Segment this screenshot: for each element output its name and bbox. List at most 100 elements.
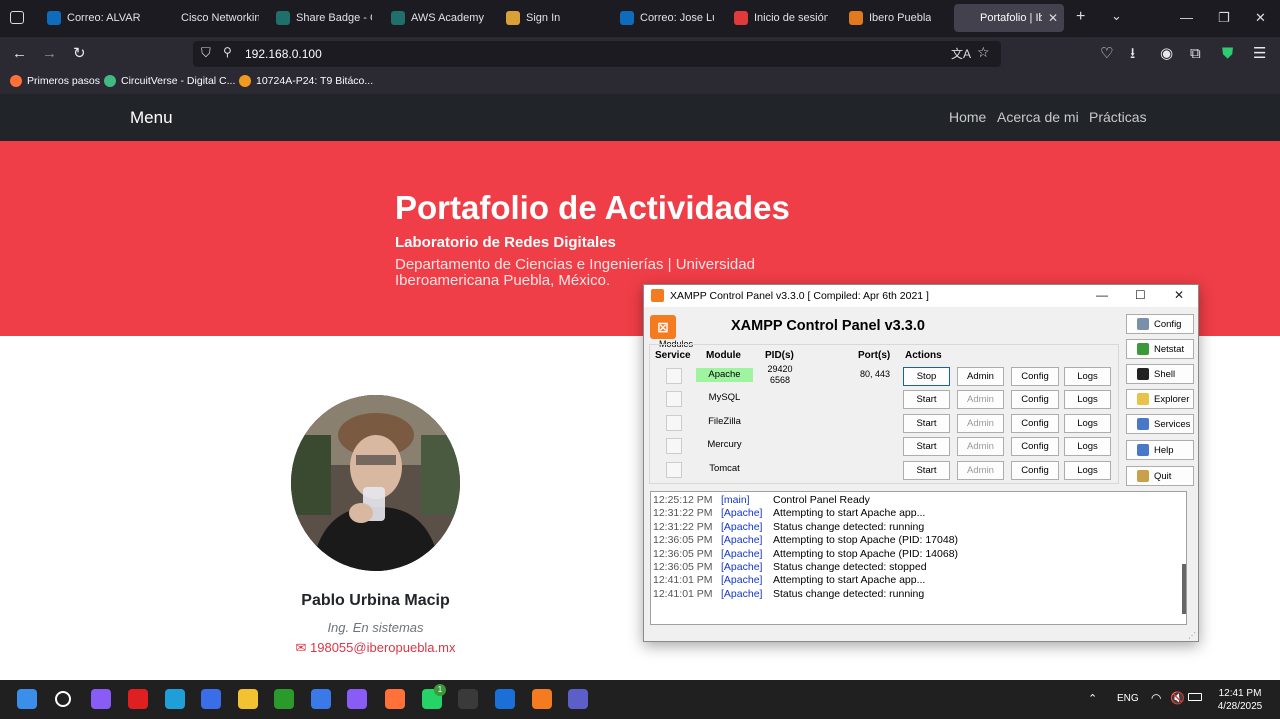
tray-chevron-icon[interactable]: ⌃ [1088, 692, 1097, 705]
quit-side-button[interactable]: Quit [1126, 466, 1194, 486]
wifi-icon[interactable]: ◠ [1151, 691, 1161, 705]
module-config-button[interactable]: Config [1011, 390, 1059, 409]
reload-icon[interactable]: ↻ [73, 45, 86, 63]
xampp-maximize-button[interactable]: ☐ [1135, 288, 1146, 302]
netstat-side-button[interactable]: Netstat [1126, 339, 1194, 359]
tab-overflow-chevron-icon[interactable]: ⌄ [1111, 8, 1122, 24]
account-icon[interactable]: ◉ [1160, 45, 1173, 63]
firefox-icon[interactable] [385, 689, 405, 709]
browser-tab[interactable]: Inicio de sesión er [728, 4, 834, 32]
service-checkbox[interactable] [666, 391, 682, 407]
extensions-icon[interactable]: ⧉ [1190, 45, 1201, 63]
service-checkbox[interactable] [666, 438, 682, 454]
module-logs-button[interactable]: Logs [1064, 461, 1111, 480]
volume-muted-icon[interactable]: 🔇 [1170, 691, 1185, 705]
module-start-button[interactable]: Start [903, 461, 950, 480]
module-config-button[interactable]: Config [1011, 437, 1059, 456]
browser-tab[interactable]: Cisco Networking [155, 4, 265, 32]
back-arrow-icon[interactable]: ← [12, 45, 27, 63]
pocket-icon[interactable]: ♡ [1100, 45, 1113, 63]
close-window-button[interactable]: ✕ [1255, 10, 1266, 26]
module-start-button[interactable]: Start [903, 437, 950, 456]
nav-home-link[interactable]: Home [949, 109, 986, 125]
arc-icon[interactable] [311, 689, 331, 709]
module-config-button[interactable]: Config [1011, 367, 1059, 386]
person-email-link[interactable]: ✉ 198055@iberopuebla.mx [240, 640, 511, 656]
language-indicator[interactable]: ENG [1117, 693, 1139, 704]
log-scrollbar[interactable] [1182, 564, 1186, 614]
search-icon[interactable] [55, 691, 71, 707]
downloads-icon[interactable]: ⭳ [1130, 45, 1135, 63]
url-text[interactable]: 192.168.0.100 [245, 47, 322, 61]
shield-icon[interactable]: ⛉ [201, 45, 211, 61]
bookmark-item[interactable]: Primeros pasos [10, 75, 100, 87]
file-explorer-icon[interactable] [238, 689, 258, 709]
xbox-icon[interactable] [274, 689, 294, 709]
teams-icon[interactable] [568, 689, 588, 709]
browser-tab[interactable]: Correo: Jose Luis [614, 4, 720, 32]
start-icon[interactable] [17, 689, 37, 709]
battery-icon[interactable] [1188, 693, 1202, 701]
service-checkbox[interactable] [666, 415, 682, 431]
tab-favicon-icon [161, 11, 175, 25]
module-start-button[interactable]: Start [903, 390, 950, 409]
browser-tab[interactable]: Share Badge - Cre [270, 4, 378, 32]
nav-about-link[interactable]: Acerca de mi [997, 109, 1079, 125]
shell-side-button[interactable]: Shell [1126, 364, 1194, 384]
module-start-button[interactable]: Start [903, 414, 950, 433]
whatsapp-icon[interactable]: 1 [422, 684, 446, 709]
bookmark-star-icon[interactable]: ☆ [977, 44, 990, 61]
service-checkbox[interactable] [666, 368, 682, 384]
module-logs-button[interactable]: Logs [1064, 437, 1111, 456]
module-name: Tomcat [709, 463, 740, 474]
forward-arrow-icon[interactable]: → [42, 45, 57, 63]
new-tab-button[interactable]: + [1076, 8, 1085, 26]
config-side-button[interactable]: Config [1126, 314, 1194, 334]
module-logs-button[interactable]: Logs [1064, 367, 1111, 386]
module-config-button[interactable]: Config [1011, 414, 1059, 433]
defender-icon[interactable] [495, 689, 515, 709]
email-text[interactable]: 198055@iberopuebla.mx [310, 640, 455, 655]
edge-icon[interactable] [165, 689, 185, 709]
module-logs-button[interactable]: Logs [1064, 414, 1111, 433]
browser-tab[interactable]: Sign In [500, 4, 605, 32]
xampp-minimize-button[interactable]: — [1096, 288, 1108, 302]
nav-practices-link[interactable]: Prácticas [1089, 109, 1147, 125]
youtube-icon[interactable] [128, 689, 148, 709]
copilot-icon[interactable] [91, 689, 111, 709]
terminal-icon[interactable] [458, 689, 478, 709]
module-stop-button[interactable]: Stop [903, 367, 950, 386]
browser-tab[interactable]: Portafolio | Ibero P ✕ [954, 4, 1064, 32]
browser-tab[interactable]: Correo: ALVAREZ [41, 4, 146, 32]
log-message: Attempting to start Apache app... [773, 574, 926, 587]
tab-list-icon[interactable] [10, 11, 24, 24]
help-side-button[interactable]: Help [1126, 440, 1194, 460]
service-checkbox[interactable] [666, 462, 682, 478]
module-admin-button[interactable]: Admin [957, 367, 1004, 386]
module-config-button[interactable]: Config [1011, 461, 1059, 480]
xampp-icon[interactable] [532, 689, 552, 709]
photos-icon[interactable] [347, 689, 367, 709]
menu-brand[interactable]: Menu [130, 108, 173, 128]
browser-tab[interactable]: AWS Academy Gr [385, 4, 493, 32]
address-bar[interactable]: ⛉ ⚲ 192.168.0.100 文A ☆ [193, 41, 1001, 67]
shield-extension-icon[interactable]: ⛊ [1222, 45, 1233, 63]
app-menu-icon[interactable]: ☰ [1253, 45, 1266, 63]
browser-tab[interactable]: Ibero Puebla [843, 4, 946, 32]
services-side-button[interactable]: Services [1126, 414, 1194, 434]
copilot-app-icon[interactable] [201, 689, 221, 709]
tab-favicon-icon [276, 11, 290, 25]
system-clock[interactable]: 12:41 PM 4/28/2025 [1210, 687, 1270, 713]
bookmark-item[interactable]: CircuitVerse - Digital C... [104, 75, 235, 87]
module-logs-button[interactable]: Logs [1064, 390, 1111, 409]
tab-favicon-icon [960, 11, 974, 25]
resize-grip-icon[interactable]: ⋰ [1188, 631, 1196, 640]
site-info-icon[interactable]: ⚲ [223, 45, 232, 59]
maximize-window-button[interactable]: ❐ [1218, 10, 1230, 26]
minimize-window-button[interactable]: — [1180, 10, 1193, 25]
tab-close-icon[interactable]: ✕ [1048, 11, 1058, 25]
explorer-side-button[interactable]: Explorer [1126, 389, 1194, 409]
xampp-close-button[interactable]: ✕ [1174, 288, 1184, 302]
translate-icon[interactable]: 文A [951, 45, 971, 62]
bookmark-item[interactable]: 10724A-P24: T9 Bitáco... [239, 75, 373, 87]
